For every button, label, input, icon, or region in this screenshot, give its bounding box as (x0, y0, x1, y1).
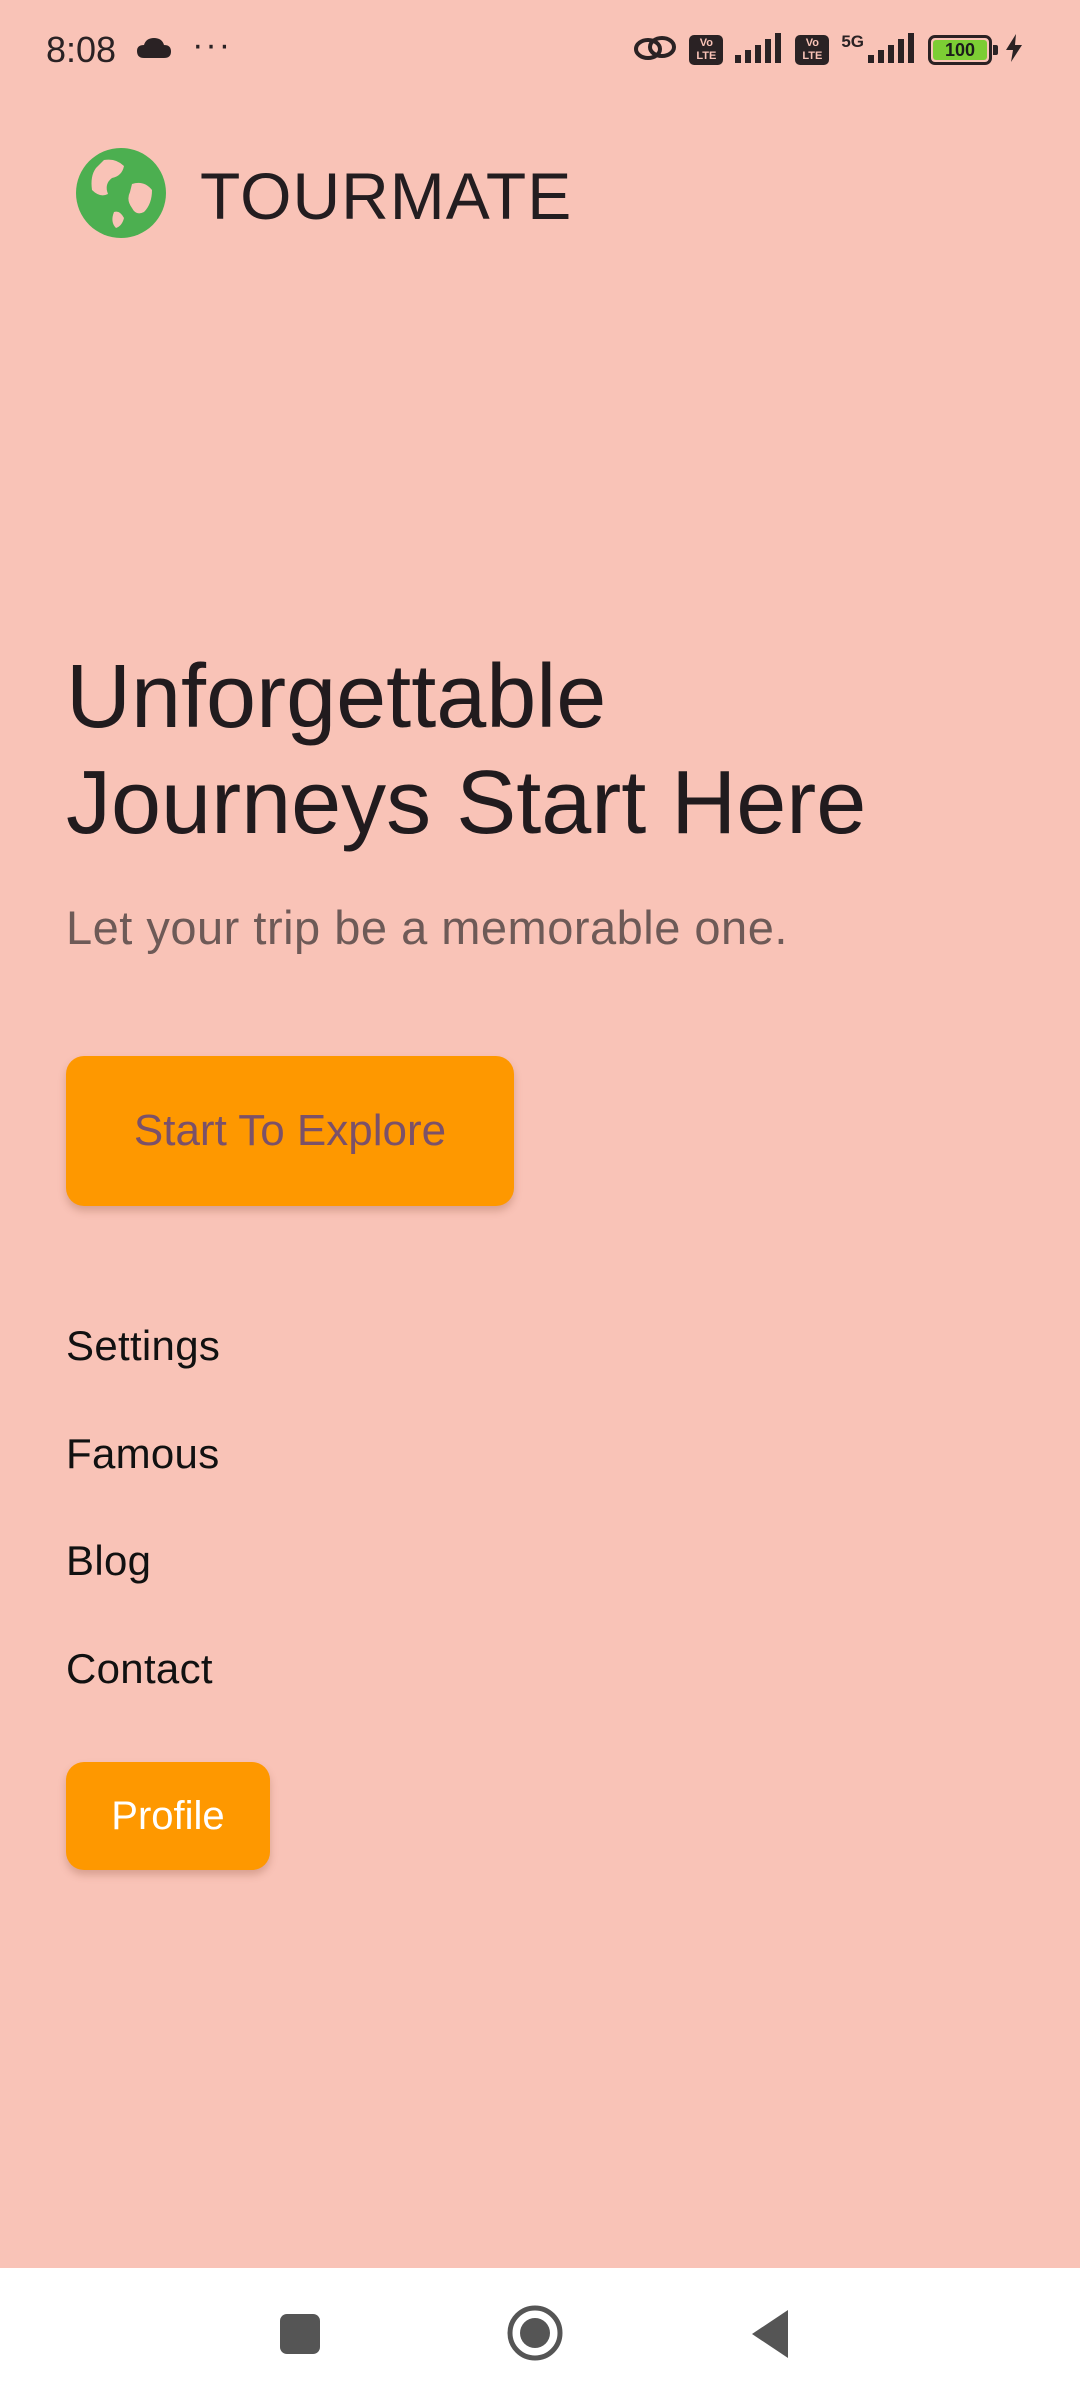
battery-level: 100 (933, 40, 987, 60)
network-type-label: 5G (841, 32, 864, 51)
system-navigation-bar (0, 2268, 1080, 2400)
hero-subtitle: Let your trip be a memorable one. (66, 901, 788, 954)
app-screen: 8:08 ··· Vo LTE Vo LTE 5G 100 TOURMATE U… (0, 0, 1080, 2400)
status-bar: 8:08 ··· Vo LTE Vo LTE 5G 100 (0, 0, 1080, 100)
app-title: TOURMATE (200, 158, 573, 233)
battery-icon: 100 (928, 35, 998, 65)
globe-icon (74, 146, 168, 245)
menu-item-settings[interactable]: Settings (66, 1322, 220, 1370)
status-time: 8:08 (46, 29, 117, 70)
back-icon[interactable] (748, 2308, 792, 2365)
charging-icon (1004, 33, 1024, 67)
profile-button[interactable]: Profile (66, 1762, 270, 1870)
signal-5g-icon (868, 32, 916, 68)
cloud-icon (136, 36, 172, 65)
menu-item-famous[interactable]: Famous (66, 1430, 220, 1478)
start-to-explore-button[interactable]: Start To Explore (66, 1056, 514, 1206)
volte-icon: Vo LTE (689, 35, 724, 65)
volte-icon: Vo LTE (795, 35, 830, 65)
hero-title: Unforgettable Journeys Start Here (66, 644, 1026, 856)
status-left: 8:08 ··· (46, 25, 233, 71)
menu-item-contact[interactable]: Contact (66, 1645, 213, 1693)
battery-cap (993, 45, 998, 55)
signal-icon (735, 32, 783, 68)
link-icon (633, 33, 677, 68)
app-header: TOURMATE (74, 146, 572, 245)
more-notifications-icon: ··· (192, 25, 233, 64)
status-right: Vo LTE Vo LTE 5G 100 (633, 32, 1024, 68)
hero-title-line1: Unforgettable (66, 647, 607, 747)
hero-title-line2: Journeys Start Here (66, 753, 867, 853)
recents-icon[interactable] (278, 2312, 322, 2361)
menu-item-blog[interactable]: Blog (66, 1537, 151, 1585)
home-icon[interactable] (506, 2304, 564, 2367)
